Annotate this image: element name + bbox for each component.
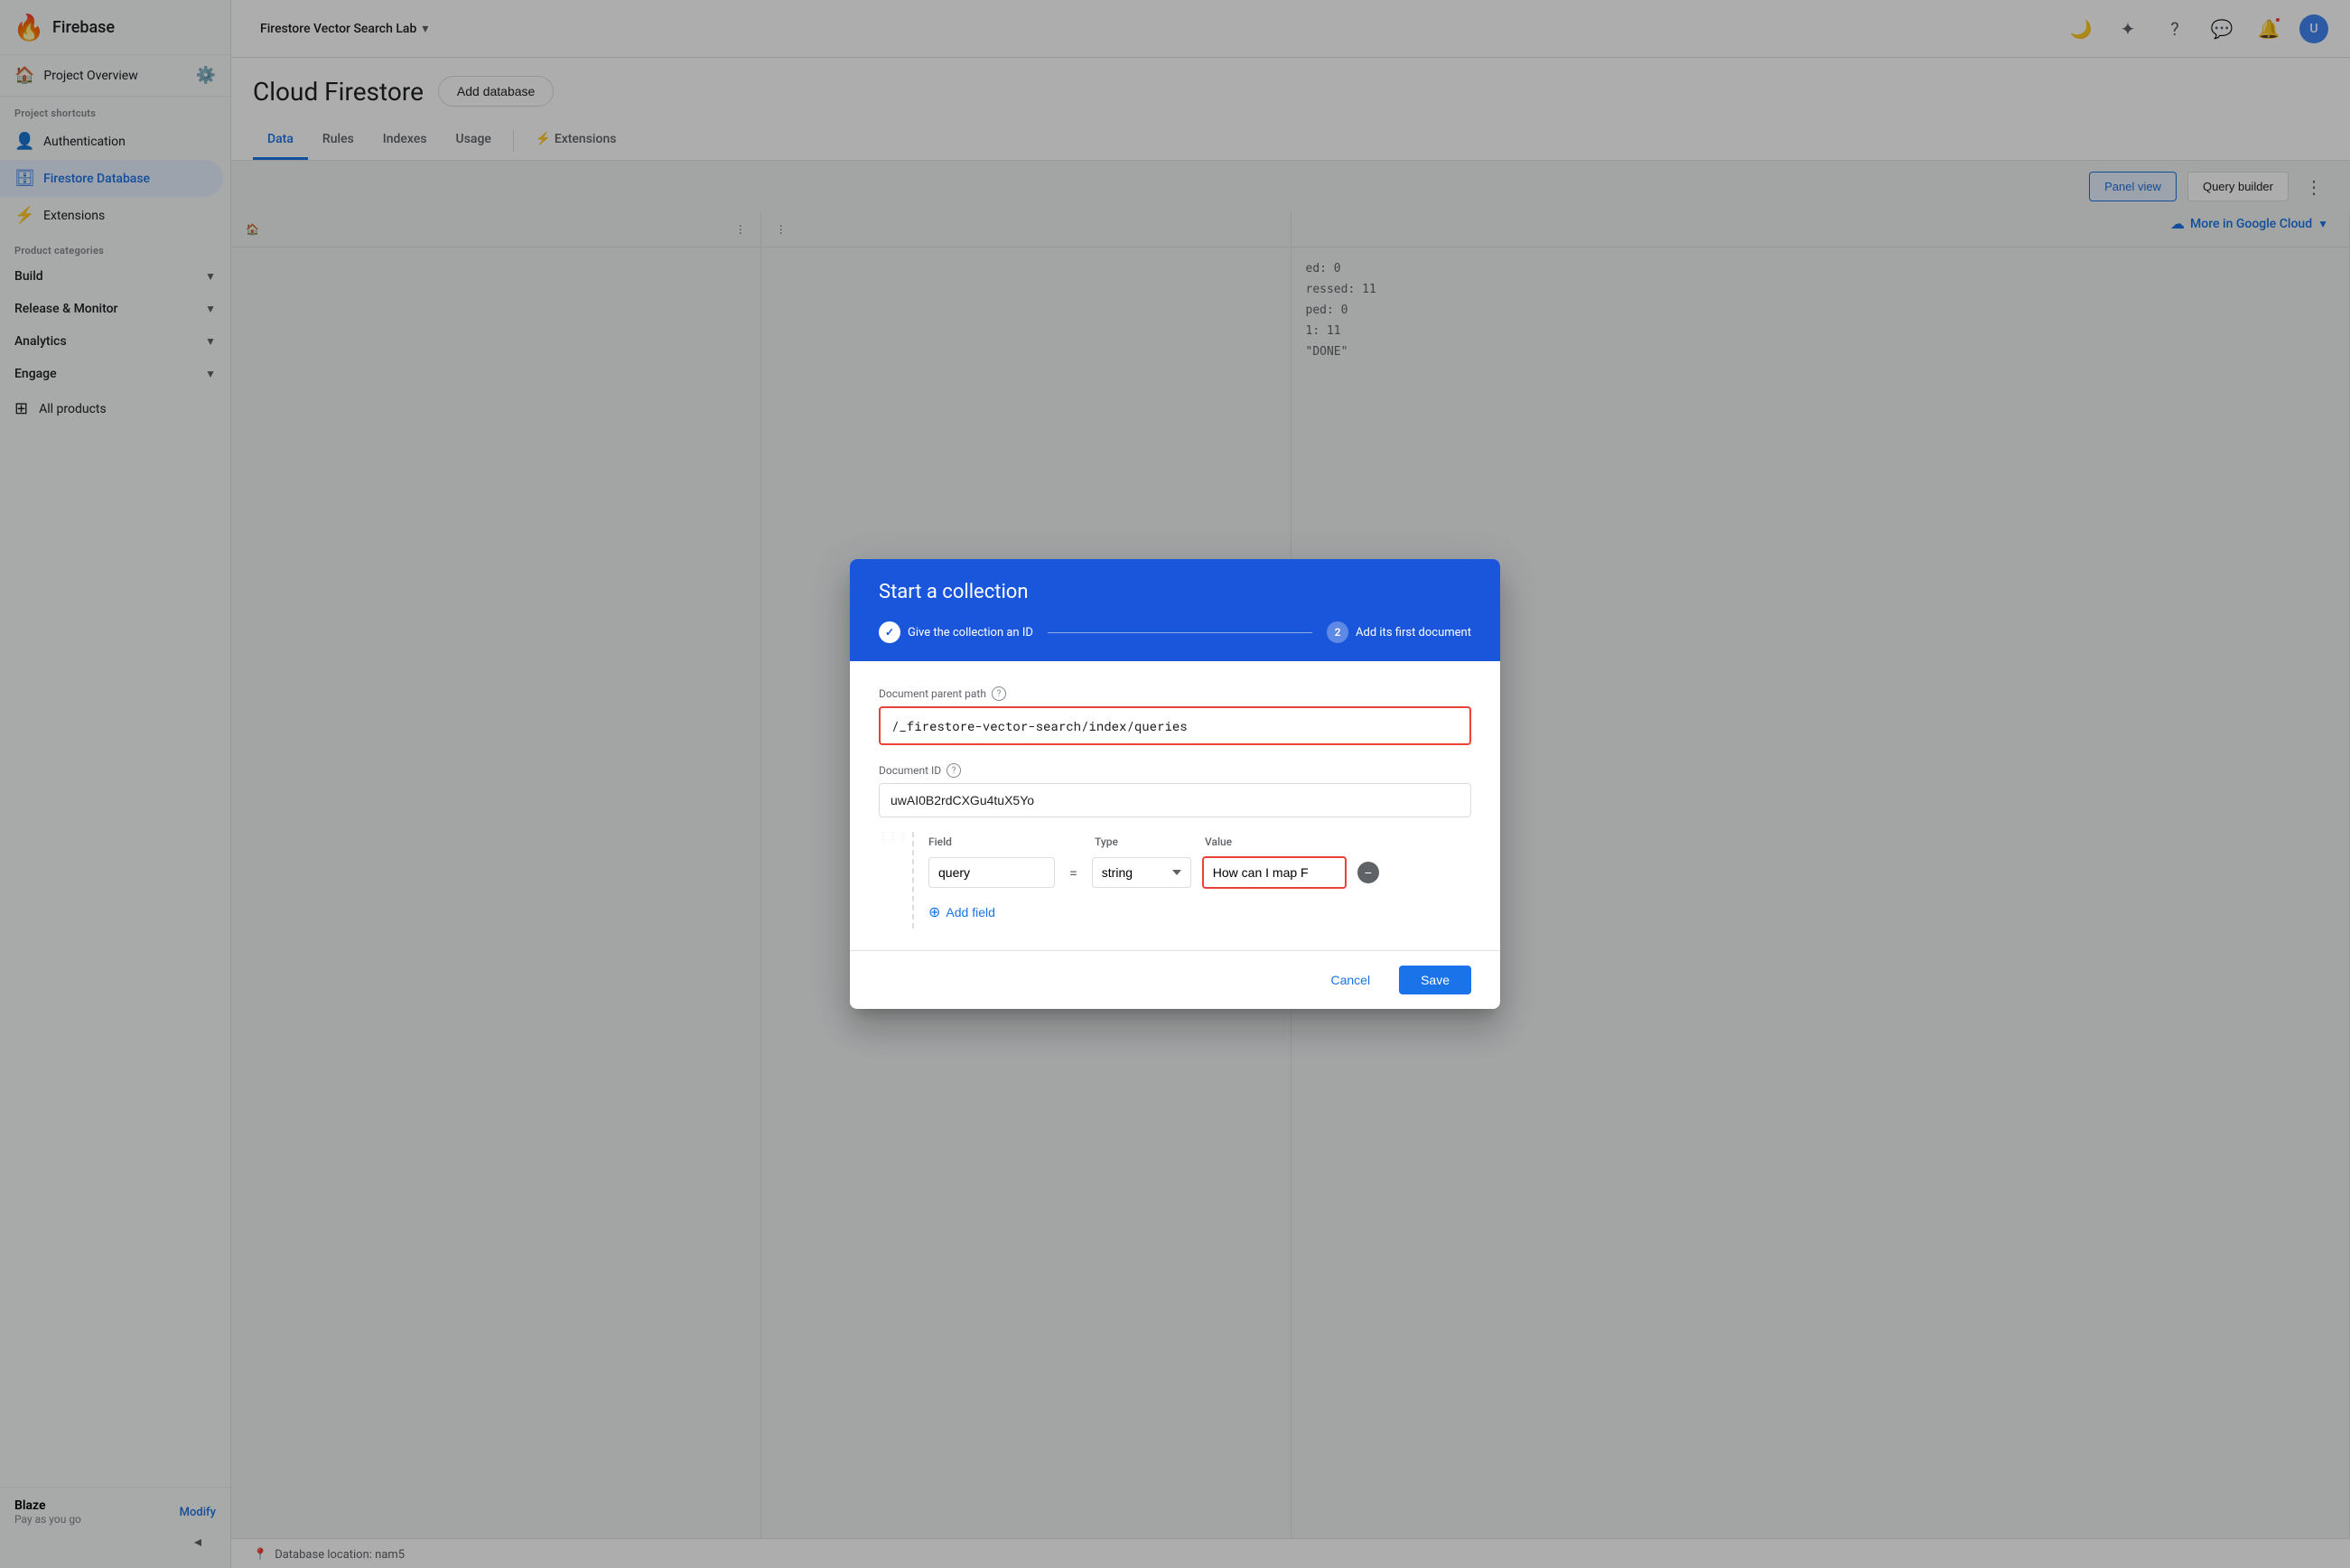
- doc-id-help-icon[interactable]: ?: [947, 763, 961, 778]
- type-col-header: Type: [1095, 832, 1194, 849]
- dialog-overlay[interactable]: Start a collection ✓ Give the collection…: [231, 58, 2350, 1568]
- step2-circle: 2: [1327, 621, 1348, 643]
- doc-parent-path-label-row: Document parent path ?: [879, 686, 1471, 701]
- step2-label: Add its first document: [1356, 626, 1471, 639]
- equals-sign: =: [1066, 864, 1081, 882]
- field-type-select[interactable]: string number boolean map array null tim…: [1092, 857, 1191, 888]
- field-headers: Field Type Value: [928, 832, 1471, 849]
- dialog-steps: ✓ Give the collection an ID 2 Add its fi…: [879, 621, 1471, 643]
- doc-id-input[interactable]: [879, 783, 1471, 817]
- field-section-wrapper: ⋮⋮⋮ Field Type: [879, 832, 1471, 929]
- step1-circle: ✓: [879, 621, 900, 643]
- doc-id-label: Document ID: [879, 764, 941, 777]
- field-col-header: Field: [928, 832, 1055, 849]
- field-dots: ⋮⋮⋮: [879, 832, 909, 929]
- step1-label: Give the collection an ID: [908, 626, 1033, 639]
- doc-id-label-row: Document ID ?: [879, 763, 1471, 778]
- main-area: Firestore Vector Search Lab ▾ 🌙 ✦ ? 💬 🔔 …: [231, 0, 2350, 1568]
- content-area: Cloud Firestore Add database Data Rules …: [231, 58, 2350, 1568]
- save-button[interactable]: Save: [1399, 966, 1471, 994]
- step-2: 2 Add its first document: [1327, 621, 1471, 643]
- type-label-header: Type: [1095, 835, 1118, 848]
- doc-parent-path-input[interactable]: [879, 706, 1471, 745]
- doc-parent-path-help-icon[interactable]: ?: [992, 686, 1006, 701]
- value-label-header: Value: [1205, 835, 1232, 848]
- start-collection-dialog: Start a collection ✓ Give the collection…: [850, 559, 1500, 1009]
- dialog-header: Start a collection ✓ Give the collection…: [850, 559, 1500, 661]
- doc-id-section: Document ID ?: [879, 763, 1471, 817]
- value-col-header: Value: [1205, 832, 1349, 849]
- add-field-button[interactable]: ⊕ Add field: [928, 896, 995, 929]
- step-1: ✓ Give the collection an ID: [879, 621, 1033, 643]
- dialog-body: Document parent path ? Document ID ?: [850, 661, 1500, 950]
- cancel-button[interactable]: Cancel: [1312, 966, 1388, 994]
- field-row-1: = string number boolean map array null t…: [928, 856, 1471, 889]
- field-value-input[interactable]: [1202, 856, 1347, 889]
- field-section: Field Type Value: [912, 832, 1471, 929]
- add-field-plus-icon: ⊕: [928, 903, 940, 921]
- field-name-input[interactable]: [928, 857, 1055, 888]
- field-label-header: Field: [928, 835, 952, 848]
- remove-field-button[interactable]: −: [1357, 862, 1379, 883]
- doc-parent-path-label: Document parent path: [879, 687, 986, 700]
- doc-parent-path-section: Document parent path ?: [879, 686, 1471, 745]
- dialog-footer: Cancel Save: [850, 950, 1500, 1009]
- dialog-title: Start a collection: [879, 581, 1471, 603]
- add-field-label: Add field: [946, 905, 994, 919]
- step-connector: [1048, 632, 1312, 633]
